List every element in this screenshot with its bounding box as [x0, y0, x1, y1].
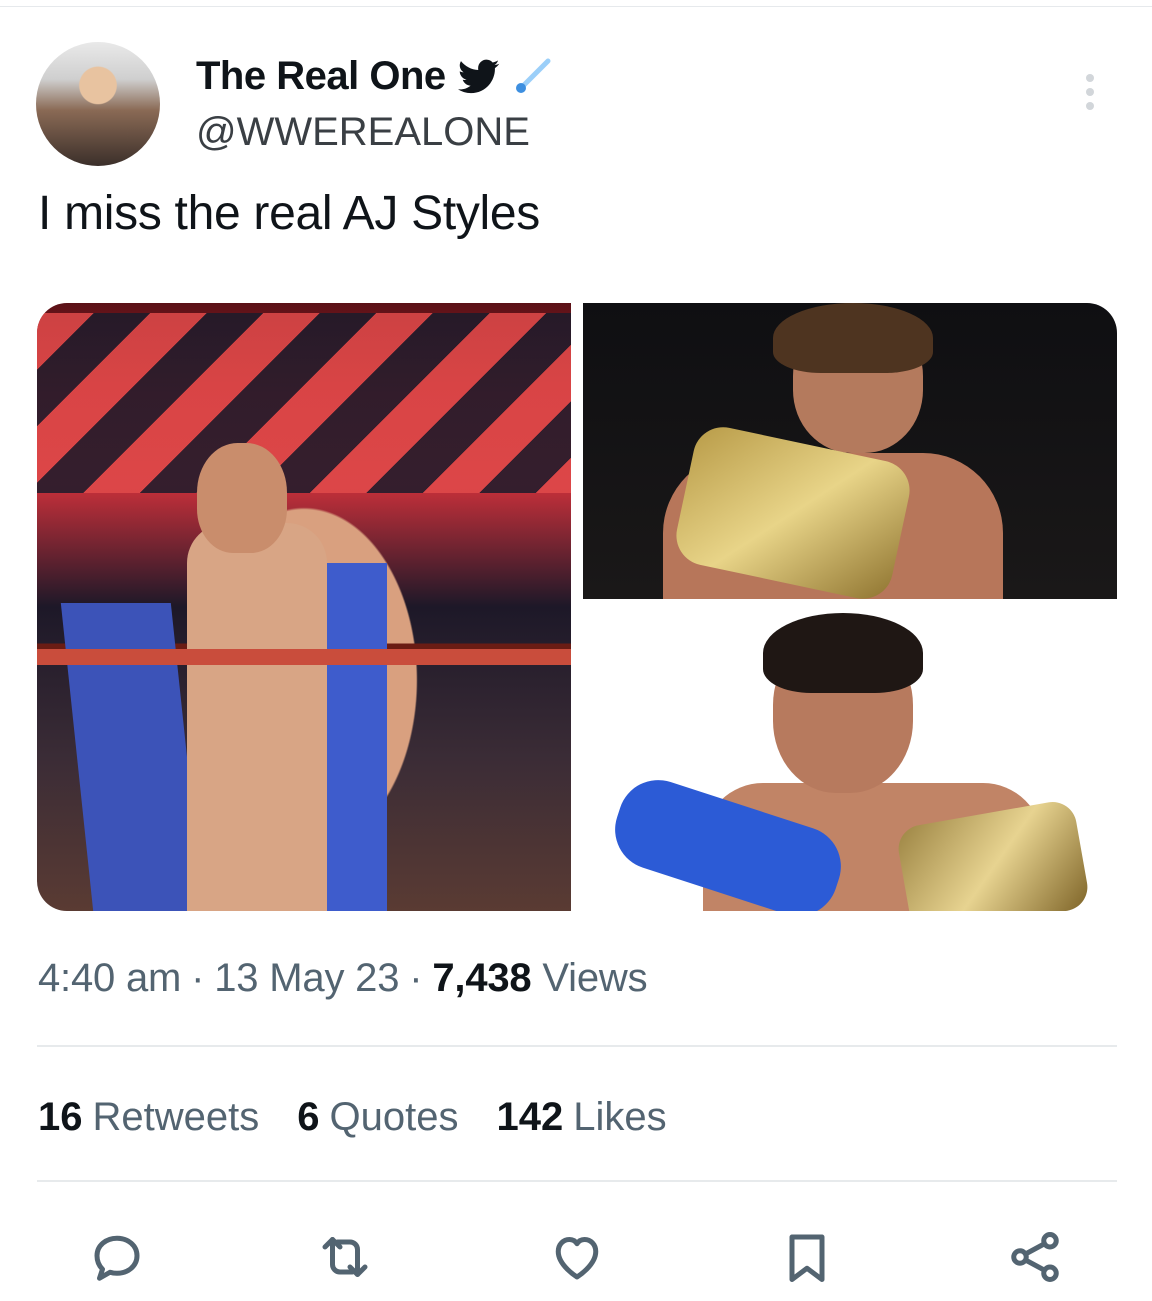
retweets-stat[interactable]: 16 Retweets — [38, 1095, 259, 1140]
reply-icon — [94, 1235, 140, 1281]
bookmark-button[interactable] — [772, 1222, 842, 1292]
retweets-label: Retweets — [92, 1095, 260, 1139]
likes-label: Likes — [573, 1095, 667, 1139]
engagement-stats: 16 Retweets 6 Quotes 142 Likes — [38, 1095, 667, 1140]
photo-left[interactable] — [37, 303, 571, 911]
share-button[interactable] — [1000, 1222, 1070, 1292]
meta-separator: · — [409, 956, 423, 1000]
reply-button[interactable] — [82, 1222, 152, 1292]
likes-stat[interactable]: 142 Likes — [496, 1095, 666, 1140]
photo-top-right[interactable] — [583, 303, 1117, 599]
avatar[interactable] — [36, 42, 160, 166]
display-name[interactable]: The Real One — [196, 54, 446, 99]
tweet-date[interactable]: 13 May 23 — [214, 956, 399, 1001]
retweet-button[interactable] — [310, 1222, 380, 1292]
like-icon — [555, 1237, 599, 1280]
likes-count: 142 — [496, 1095, 564, 1139]
share-icon — [1011, 1232, 1059, 1282]
action-bar — [0, 1222, 1152, 1292]
comet-icon — [515, 58, 551, 93]
tweet-meta: 4:40 am · 13 May 23 · 7,438 Views — [38, 956, 648, 1001]
quotes-label: Quotes — [329, 1095, 459, 1139]
meta-separator: · — [191, 956, 205, 1000]
divider — [37, 1180, 1117, 1182]
username[interactable]: @WWEREALONE — [196, 110, 530, 155]
views-stat[interactable]: 7,438 Views — [432, 956, 647, 1001]
quotes-stat[interactable]: 6 Quotes — [297, 1095, 458, 1140]
views-count: 7,438 — [432, 956, 532, 1000]
retweets-count: 16 — [38, 1095, 83, 1139]
tweet-detail-page: The Real One @WWEREALONE I miss the real… — [0, 0, 1152, 1301]
quotes-count: 6 — [297, 1095, 320, 1139]
media-grid[interactable] — [37, 303, 1117, 911]
bookmark-icon — [789, 1234, 825, 1282]
more-vertical-icon[interactable] — [1072, 70, 1108, 114]
display-name-row[interactable]: The Real One — [196, 54, 552, 99]
retweet-icon — [322, 1237, 368, 1277]
top-divider — [0, 6, 1152, 7]
tweet-text: I miss the real AJ Styles — [38, 187, 541, 240]
divider — [37, 1045, 1117, 1047]
views-label: Views — [542, 956, 648, 1000]
photo-bottom-right[interactable] — [583, 613, 1117, 911]
like-button[interactable] — [542, 1222, 612, 1292]
tweet-time[interactable]: 4:40 am — [38, 956, 181, 1001]
twitter-bird-icon — [457, 59, 499, 93]
